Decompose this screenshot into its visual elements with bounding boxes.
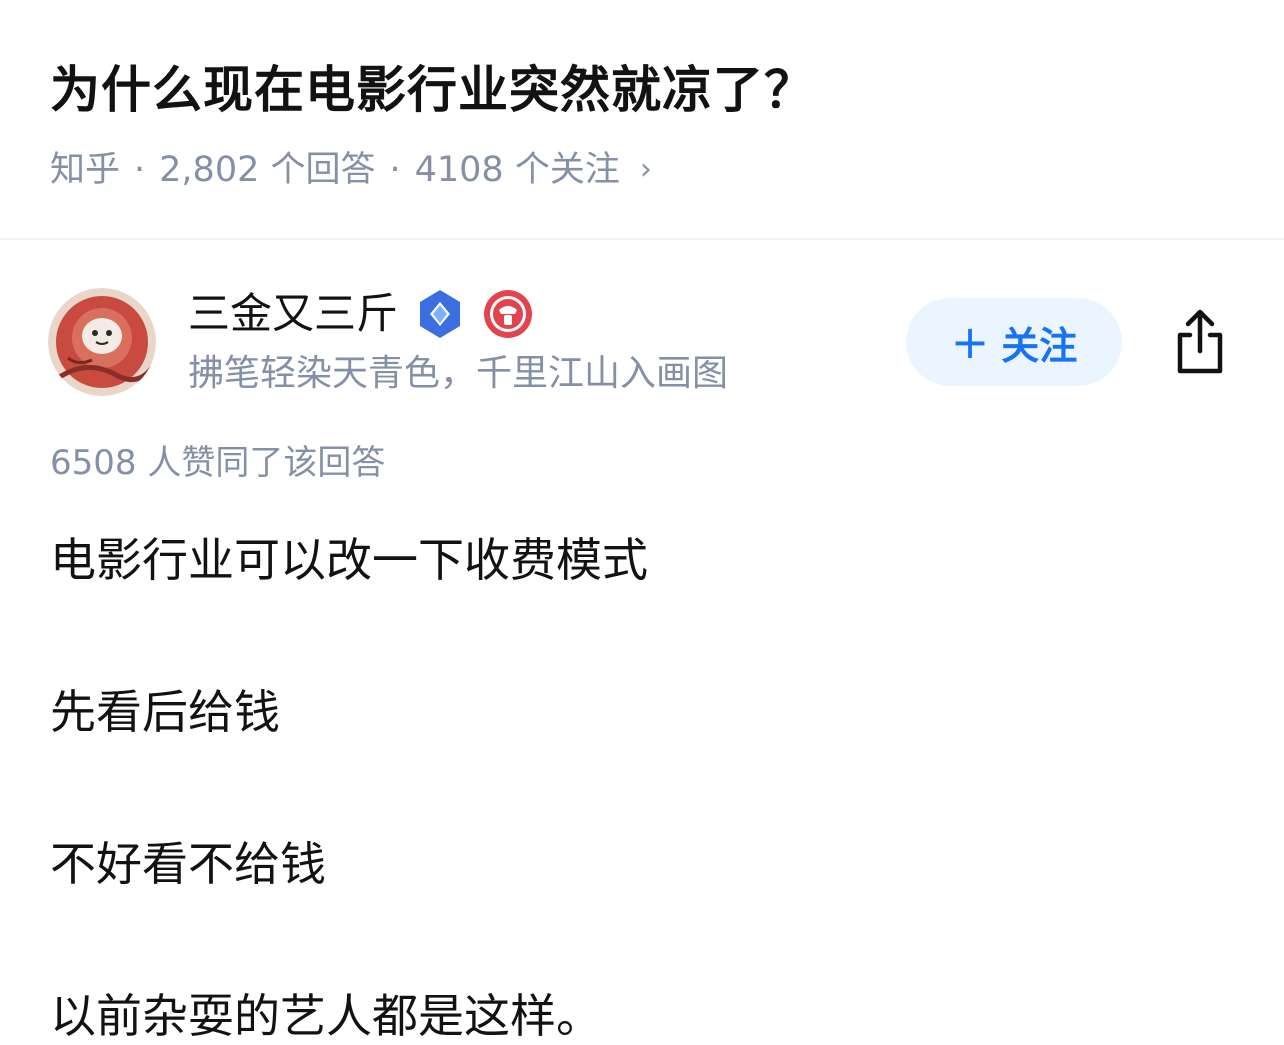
share-icon <box>1177 309 1223 374</box>
answer-paragraph: 先看后给钱 <box>50 685 280 739</box>
author-name[interactable]: 三金又三斤 <box>188 288 398 340</box>
follow-label: 关注 <box>1001 323 1078 368</box>
meta-separator: · <box>134 150 146 190</box>
answer-count: 2,802 个回答 <box>159 150 376 190</box>
verified-diamond-icon <box>414 288 466 340</box>
avatar[interactable] <box>48 288 156 396</box>
meta-separator: · <box>389 150 401 190</box>
upvote-count: 6508 人赞同了该回答 <box>50 443 386 483</box>
share-button[interactable] <box>1168 306 1232 378</box>
follow-button[interactable]: + 关注 <box>906 298 1122 386</box>
chevron-right-icon[interactable]: › <box>640 146 652 194</box>
source-label: 知乎 <box>50 150 121 190</box>
answer-paragraph: 以前杂耍的艺人都是这样。 <box>50 989 602 1043</box>
author-row: 三金又三斤 <box>188 288 534 340</box>
follower-count: 4108 个关注 <box>414 150 620 190</box>
answer-paragraph: 不好看不给钱 <box>50 837 326 891</box>
question-title[interactable]: 为什么现在电影行业突然就凉了？ <box>50 58 815 122</box>
author-bio: 拂笔轻染天青色，千里江山入画图 <box>188 353 729 394</box>
answer-page: 为什么现在电影行业突然就凉了？ 知乎 · 2,802 个回答 · 4108 个关… <box>0 0 1284 1045</box>
plus-icon: + <box>950 315 990 369</box>
red-circle-badge-icon <box>482 288 534 340</box>
question-meta[interactable]: 知乎 · 2,802 个回答 · 4108 个关注 › <box>50 146 652 194</box>
divider <box>0 238 1284 240</box>
answer-paragraph: 电影行业可以改一下收费模式 <box>50 533 648 587</box>
